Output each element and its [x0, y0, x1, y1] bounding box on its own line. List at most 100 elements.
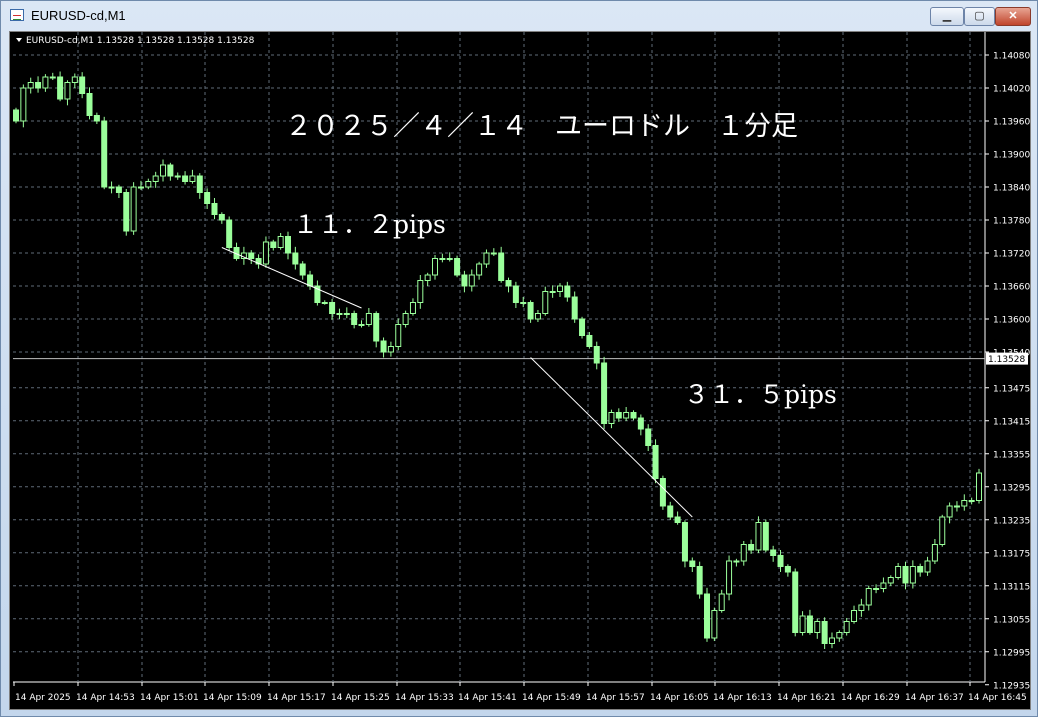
y-tick-label: 1.14020 [993, 85, 1030, 95]
candle-body [777, 555, 784, 567]
candle-body [351, 313, 358, 325]
x-tick-label: 14 Apr 16:45 [968, 693, 1027, 703]
chart-window-icon [10, 9, 24, 21]
x-tick-label: 14 Apr 15:41 [458, 693, 517, 703]
candle-body [593, 346, 600, 364]
candle-body [770, 549, 777, 556]
candle-body [160, 164, 167, 177]
candle-body [321, 302, 328, 304]
price-chart[interactable]: 1.14080 1.14020 1.13960 1.13900 1.13840 1.137… [9, 31, 1031, 710]
y-tick-label: 1.13960 [993, 118, 1030, 128]
candle-body [851, 610, 858, 622]
candle-body [446, 258, 453, 260]
y-tick-label: 1.13295 [993, 483, 1030, 493]
candle-body [93, 115, 100, 122]
candle-body [534, 313, 541, 320]
candle-body [630, 412, 637, 419]
y-tick-label: 1.13475 [993, 384, 1030, 394]
candle-body [79, 76, 86, 94]
x-tick-label: 14 Apr 2025 [15, 693, 71, 703]
candle-body [108, 186, 115, 189]
y-tick-label: 1.13660 [993, 283, 1030, 293]
candle-body [652, 445, 659, 479]
candle-body [623, 412, 630, 419]
candle-body [704, 593, 711, 639]
candle-body [615, 412, 622, 419]
candle-body [828, 637, 835, 644]
x-tick-label: 14 Apr 16:05 [650, 693, 709, 703]
x-tick-label: 14 Apr 15:01 [140, 693, 199, 703]
candle-body [218, 214, 225, 221]
close-button[interactable]: ✕ [995, 7, 1031, 26]
symbol-info: EURUSD-cd,M1 1.13528 1.13528 1.13528 1.1… [26, 36, 255, 46]
y-tick-label: 1.13720 [993, 250, 1030, 260]
candle-body [409, 302, 416, 314]
y-tick-label: 1.13415 [993, 417, 1030, 427]
y-tick-label: 1.13355 [993, 450, 1030, 460]
candle-body [204, 192, 211, 204]
candle-body [167, 164, 174, 177]
candle-body [64, 82, 71, 100]
y-tick-label: 1.12935 [993, 681, 1030, 691]
candle-body [196, 175, 203, 193]
x-tick-label: 14 Apr 14:53 [76, 693, 135, 703]
candle-body [711, 610, 718, 639]
candle-body [608, 412, 615, 424]
candle-body [792, 571, 799, 633]
chart-menu-triangle-icon [16, 38, 22, 42]
candle-body [527, 302, 534, 320]
candle-body [27, 82, 34, 89]
candle-body [71, 76, 78, 83]
candle-body [336, 313, 343, 315]
y-tick-label: 1.12995 [993, 648, 1030, 658]
candle-body [784, 566, 791, 573]
candle-body [20, 87, 27, 122]
chart-canvas[interactable]: 1.14080 1.14020 1.13960 1.13900 1.13840 1.137… [10, 32, 1030, 709]
x-tick-label: 14 Apr 15:49 [522, 693, 581, 703]
candle-body [564, 285, 571, 298]
candle-body [726, 560, 733, 595]
candle-body [152, 175, 159, 182]
candle-body [968, 500, 975, 502]
candle-body [454, 258, 461, 276]
candle-body [461, 274, 468, 287]
candle-body [931, 544, 938, 562]
title-bar[interactable]: EURUSD-cd,M1 ▁ ▢ ✕ [1, 1, 1037, 31]
candle-body [873, 588, 880, 590]
candle-body [895, 566, 902, 578]
candle-body [174, 175, 181, 178]
candle-body [365, 313, 372, 325]
candle-body [498, 252, 505, 281]
candle-body [86, 93, 93, 116]
candle-body [284, 236, 291, 254]
candle-body [542, 291, 549, 314]
maximize-button[interactable]: ▢ [964, 7, 995, 26]
window-title: EURUSD-cd,M1 [31, 8, 126, 23]
y-tick-label: 1.14080 [993, 52, 1030, 62]
candle-body [130, 186, 137, 232]
y-tick-label: 1.13900 [993, 151, 1030, 161]
y-tick-label: 1.13780 [993, 217, 1030, 227]
candle-body [270, 241, 277, 248]
candle-body [115, 186, 122, 193]
candle-body [740, 544, 747, 562]
candle-body [667, 505, 674, 518]
annotation-label: １１．２pips [293, 210, 446, 239]
chart-title: ２０２５／４／１４ ユーロドル １分足 [285, 111, 798, 142]
candle-body [762, 522, 769, 551]
candle-body [42, 76, 49, 89]
terminal-window: EURUSD-cd,M1 ▁ ▢ ✕ 1.14080 1.14020 1.13960… [0, 0, 1038, 717]
candle-body [939, 516, 946, 545]
candle-body [439, 258, 446, 260]
minimize-button[interactable]: ▁ [930, 7, 964, 26]
candle-body [902, 566, 909, 584]
candle-body [549, 291, 556, 293]
candle-body [483, 252, 490, 265]
y-tick-label: 1.13115 [993, 582, 1030, 592]
candle-body [645, 428, 652, 446]
candle-body [211, 203, 218, 215]
candle-body [946, 505, 953, 518]
candle-body [307, 274, 314, 287]
candle-body [917, 566, 924, 573]
x-tick-label: 14 Apr 16:29 [841, 693, 900, 703]
